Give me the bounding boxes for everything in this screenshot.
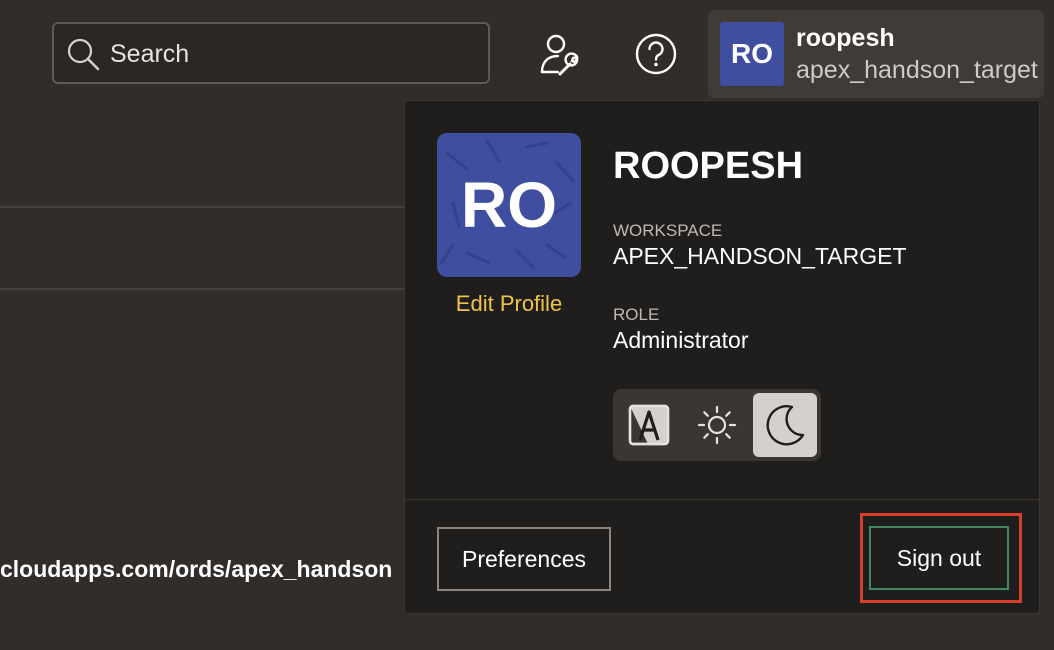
workspace-name: apex_handson_target — [796, 56, 1038, 84]
workspace-value: APEX_HANDSON_TARGET — [613, 243, 907, 269]
admin-button[interactable] — [534, 28, 586, 80]
profile-menu-panel: RO Edit Profile ROOPESH WORKSPACE APEX_H… — [404, 100, 1040, 614]
edit-profile-link[interactable]: Edit Profile — [437, 291, 581, 317]
profile-display-name: ROOPESH — [613, 145, 804, 187]
divider — [0, 288, 404, 290]
theme-auto-option[interactable] — [617, 393, 681, 457]
url-text: cloudapps.com/ords/apex_handson — [0, 556, 393, 582]
role-value: Administrator — [613, 327, 749, 353]
search-box[interactable] — [52, 22, 490, 84]
sign-out-button[interactable]: Sign out — [869, 526, 1009, 590]
user-wrench-icon — [540, 34, 579, 76]
theme-switcher — [613, 389, 821, 461]
profile-initials: RO — [461, 169, 557, 241]
preferences-button[interactable]: Preferences — [437, 527, 611, 591]
top-bar: RO roopesh apex_handson_target — [0, 0, 1054, 106]
user-menu-button[interactable]: RO roopesh apex_handson_target — [708, 10, 1044, 98]
theme-dark-option[interactable] — [753, 393, 817, 457]
avatar: RO — [720, 22, 784, 86]
profile-avatar: RO — [437, 133, 581, 277]
role-label: ROLE — [613, 305, 660, 324]
search-icon — [67, 38, 100, 71]
workspace-label: WORKSPACE — [613, 221, 723, 240]
theme-light-option[interactable] — [685, 393, 749, 457]
username: roopesh — [796, 24, 895, 52]
moon-icon — [766, 405, 805, 446]
search-input[interactable] — [108, 34, 472, 74]
panel-divider — [405, 499, 1039, 500]
divider — [0, 206, 404, 208]
help-button[interactable] — [630, 28, 682, 80]
help-circle-icon — [635, 33, 677, 75]
auto-theme-icon — [628, 404, 670, 446]
sun-icon — [697, 405, 737, 445]
